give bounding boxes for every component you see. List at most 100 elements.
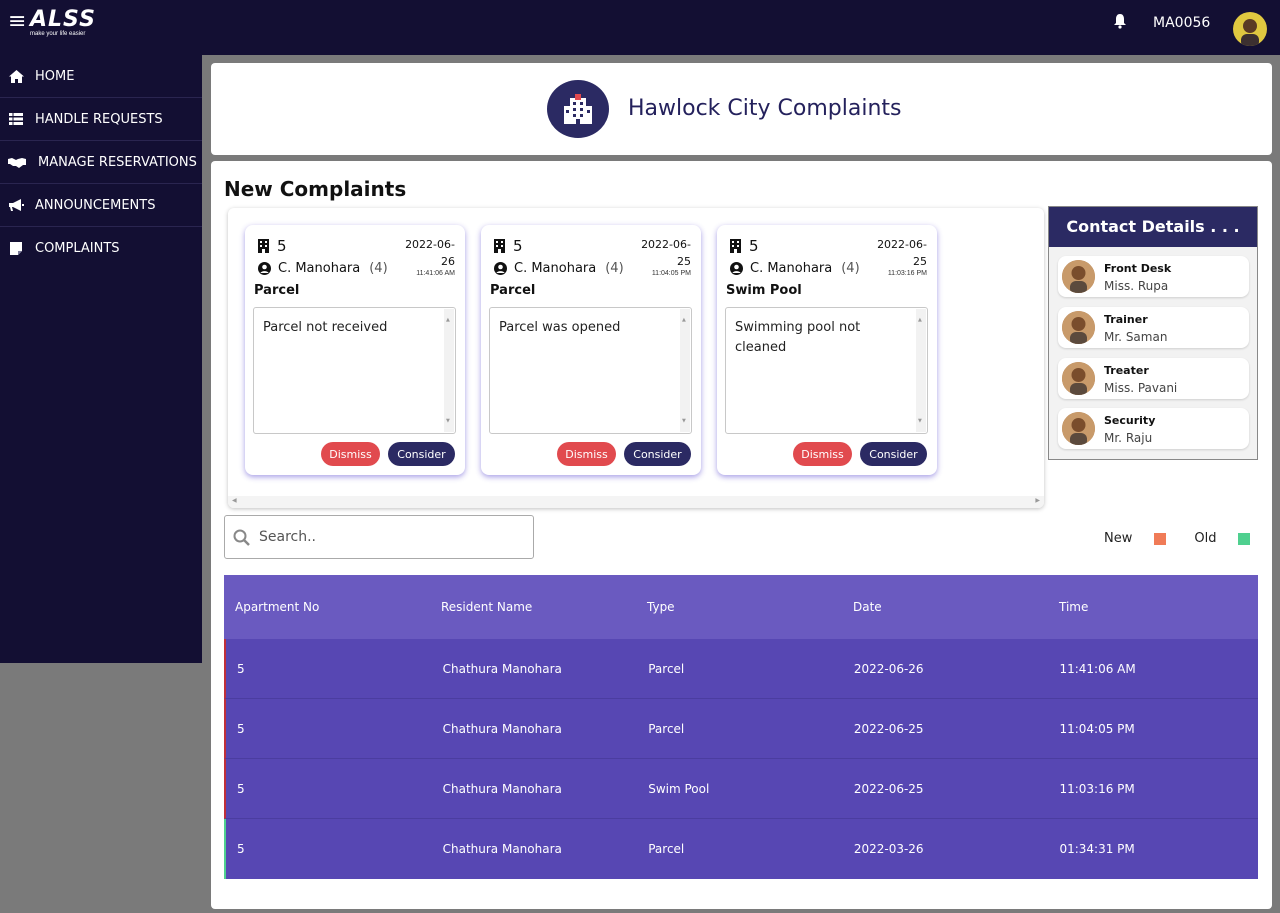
contact-role: Treater: [1104, 364, 1149, 377]
sidebar-item-label: MANAGE RESERVATIONS: [38, 154, 197, 170]
contact-name: Miss. Rupa: [1104, 279, 1169, 293]
complaint-count: (4): [605, 261, 624, 276]
contact-name: Mr. Raju: [1104, 431, 1153, 445]
scroll-left-icon: ◀: [232, 498, 237, 504]
file-icon: [8, 242, 24, 256]
table-cell: 5: [237, 661, 245, 676]
column-header[interactable]: Apartment No: [224, 600, 430, 614]
complaint-text[interactable]: Swimming pool not cleaned: [725, 307, 928, 434]
table-cell: Chathura Manohara: [442, 842, 562, 856]
contact-item[interactable]: Security Mr. Raju: [1058, 408, 1249, 449]
page-title: Hawlock City Complaints: [628, 96, 902, 121]
table-cell: Chathura Manohara: [442, 781, 562, 796]
complaint-type: Parcel: [254, 283, 300, 298]
table-cell: 11:04:05 PM: [1059, 721, 1135, 736]
contact-details: Contact Details . . . Front Desk Miss. R…: [1048, 206, 1258, 460]
complaint-date: 2022-06- 26: [405, 238, 455, 268]
table-row[interactable]: 5 Chathura Manohara Parcel 2022-03-26 01…: [224, 819, 1258, 879]
home-icon: [8, 69, 24, 83]
complaint-count: (4): [369, 261, 388, 276]
avatar: [1062, 412, 1095, 445]
table-cell: 2022-06-25: [853, 721, 924, 736]
sidebar: HOME HANDLE REQUESTS MANAGE RESERVATIONS…: [0, 55, 202, 663]
column-header[interactable]: Date: [842, 600, 1048, 614]
complaint-text[interactable]: Parcel was opened: [489, 307, 692, 434]
resident-name: C. Manohara (4): [258, 261, 388, 276]
table-row[interactable]: 5 Chathura Manohara Parcel 2022-06-26 11…: [224, 639, 1258, 699]
resident-name: C. Manohara (4): [494, 261, 624, 276]
table-cell: 2022-06-25: [853, 781, 924, 796]
table-row[interactable]: 5 Chathura Manohara Parcel 2022-06-25 11…: [224, 699, 1258, 759]
table-row[interactable]: 5 Chathura Manohara Swim Pool 2022-06-25…: [224, 759, 1258, 819]
scrollbar[interactable]: [916, 309, 926, 432]
sidebar-background: [0, 663, 202, 913]
bell-icon[interactable]: [1113, 13, 1127, 29]
user-avatar[interactable]: [1233, 12, 1267, 46]
table-header: Apartment No Resident Name Type Date Tim…: [224, 575, 1258, 639]
contact-role: Front Desk: [1104, 262, 1172, 275]
list-icon: [8, 112, 24, 126]
legend-new-label: New: [1104, 531, 1133, 546]
consider-button[interactable]: Consider: [860, 442, 927, 466]
section-title: New Complaints: [224, 177, 407, 201]
complaint-time: 11:03:16 PM: [887, 270, 927, 277]
complaint-count: (4): [841, 261, 860, 276]
complaint-card: 5 C. Manohara (4) 2022-06- 25 11:04:05 PM …: [481, 225, 701, 475]
avatar: [1062, 260, 1095, 293]
scrollbar[interactable]: [444, 309, 454, 432]
sidebar-item-label: HOME: [35, 68, 75, 84]
table-cell: 11:41:06 AM: [1059, 661, 1136, 676]
sidebar-item-manage-reservations[interactable]: MANAGE RESERVATIONS: [0, 141, 202, 184]
complaint-cards-container[interactable]: 5 C. Manohara (4) 2022-06- 26 11:41:06 AM …: [228, 208, 1044, 508]
dismiss-button[interactable]: Dismiss: [793, 442, 852, 466]
contact-name: Miss. Pavani: [1104, 381, 1178, 395]
complaint-card: 5 C. Manohara (4) 2022-06- 25 11:03:16 PM …: [717, 225, 937, 475]
sidebar-item-announcements[interactable]: ANNOUNCEMENTS: [0, 184, 202, 227]
table-cell: Parcel: [648, 661, 685, 676]
column-header[interactable]: Type: [636, 600, 842, 614]
logo[interactable]: ALSS make your life easier: [30, 9, 96, 38]
contact-role: Security: [1104, 414, 1156, 427]
table-cell: Chathura Manohara: [442, 661, 562, 676]
building-icon: [730, 239, 741, 253]
complaint-text[interactable]: Parcel not received: [253, 307, 456, 434]
user-id[interactable]: MA0056: [1153, 15, 1210, 31]
sidebar-item-handle-requests[interactable]: HANDLE REQUESTS: [0, 98, 202, 141]
consider-button[interactable]: Consider: [388, 442, 455, 466]
contact-item[interactable]: Front Desk Miss. Rupa: [1058, 256, 1249, 297]
table-cell: 5: [237, 842, 245, 856]
avatar: [1062, 362, 1095, 395]
sidebar-item-complaints[interactable]: COMPLAINTS: [0, 227, 202, 270]
table-cell: 2022-03-26: [853, 842, 924, 856]
user-circle-icon: [494, 262, 507, 275]
legend-old-swatch: [1238, 532, 1251, 545]
apartment-number: 5: [730, 237, 759, 255]
horizontal-scrollbar[interactable]: ◀ ▶: [228, 496, 1044, 508]
column-header[interactable]: Time: [1048, 600, 1258, 614]
top-bar: ≡ ALSS make your life easier MA0056: [0, 0, 1280, 55]
user-circle-icon: [258, 262, 271, 275]
table-cell: 01:34:31 PM: [1059, 842, 1135, 856]
legend-new-swatch: [1154, 532, 1167, 545]
dismiss-button[interactable]: Dismiss: [321, 442, 380, 466]
search-box[interactable]: [224, 515, 534, 559]
column-header[interactable]: Resident Name: [430, 600, 636, 614]
search-input[interactable]: [259, 526, 519, 548]
scroll-right-icon: ▶: [1035, 498, 1040, 504]
page-header: Hawlock City Complaints: [211, 63, 1272, 155]
avatar: [1062, 311, 1095, 344]
building-icon: [258, 239, 269, 253]
complaint-type: Swim Pool: [726, 283, 802, 298]
contact-item[interactable]: Treater Miss. Pavani: [1058, 358, 1249, 399]
apartment-number: 5: [494, 237, 523, 255]
sidebar-item-label: HANDLE REQUESTS: [35, 111, 163, 127]
menu-icon[interactable]: ≡: [8, 11, 26, 33]
dismiss-button[interactable]: Dismiss: [557, 442, 616, 466]
table-cell: Chathura Manohara: [442, 721, 562, 736]
megaphone-icon: [8, 198, 24, 212]
table-cell: Parcel: [648, 721, 685, 736]
sidebar-item-home[interactable]: HOME: [0, 55, 202, 98]
consider-button[interactable]: Consider: [624, 442, 691, 466]
scrollbar[interactable]: [680, 309, 690, 432]
contact-item[interactable]: Trainer Mr. Saman: [1058, 307, 1249, 348]
